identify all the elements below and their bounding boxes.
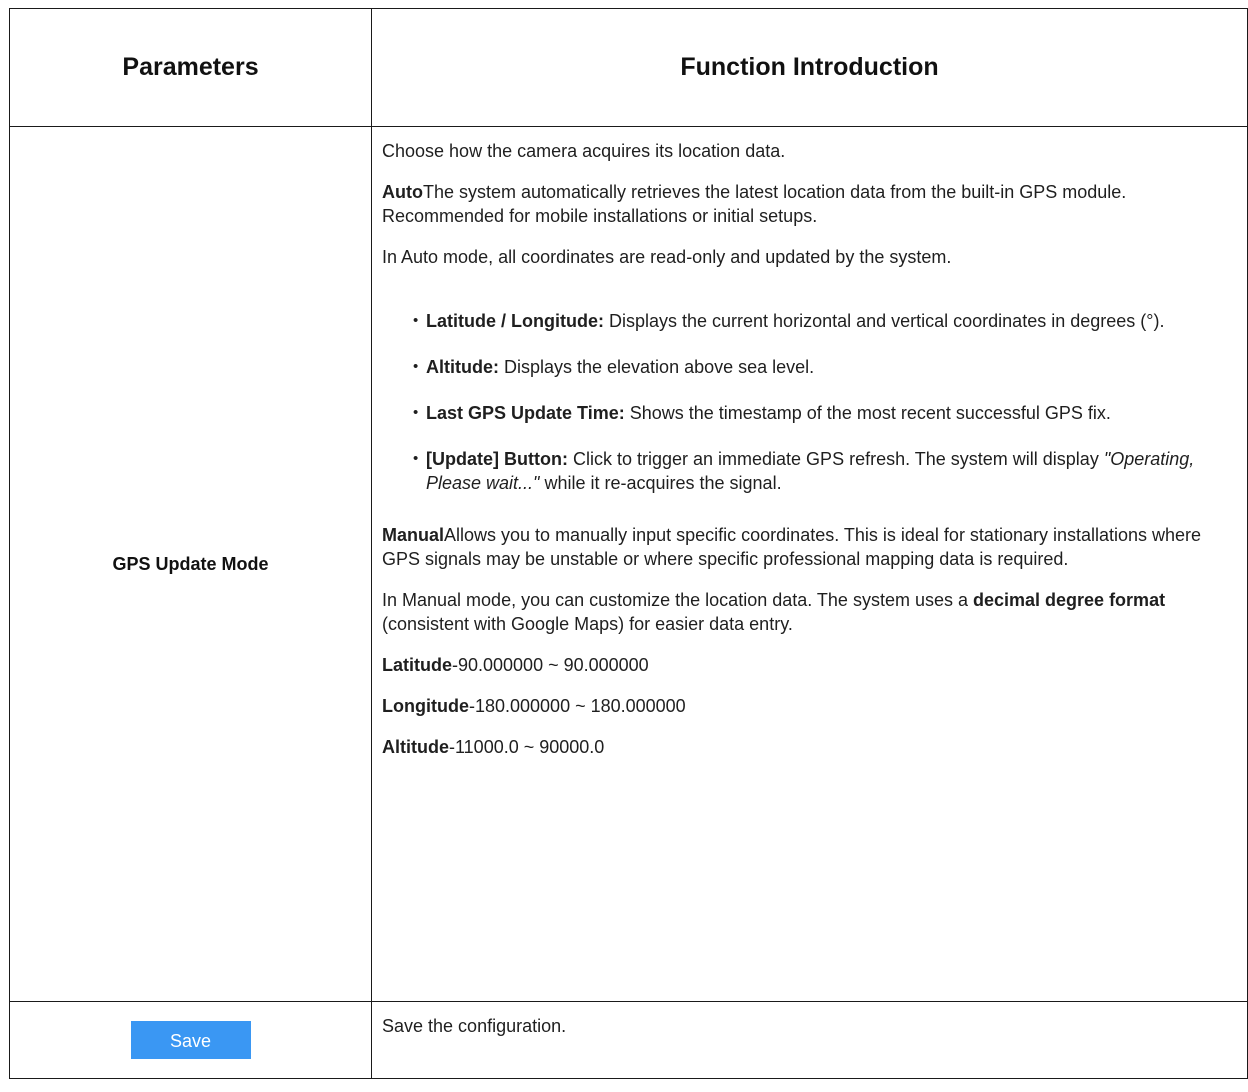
range-label: Latitude xyxy=(382,655,452,675)
manual-label: Manual xyxy=(382,525,445,545)
manual-note-post: (consistent with Google Maps) for easier… xyxy=(382,614,793,634)
bullet-text: Displays the elevation above sea level. xyxy=(498,357,815,377)
range-value: -180.000000 ~ 180.000000 xyxy=(468,696,686,716)
range-value: -90.000000 ~ 90.000000 xyxy=(452,655,649,675)
bullet-text: Displays the current horizontal and vert… xyxy=(603,311,1165,331)
manual-note-bold: decimal degree format xyxy=(973,590,1166,610)
range-label: Longitude xyxy=(382,696,469,716)
table-header-row: Parameters Function Introduction xyxy=(9,8,1248,127)
range-value: -11000.0 ~ 90000.0 xyxy=(449,737,605,757)
range-latitude: Latitude-90.000000 ~ 90.000000 xyxy=(382,653,1237,677)
auto-label: Auto xyxy=(382,182,423,202)
range-label: Altitude xyxy=(382,737,449,757)
parameters-table: Parameters Function Introduction GPS Upd… xyxy=(9,8,1248,1079)
bullet-text: Click to trigger an immediate GPS refres… xyxy=(567,449,1104,469)
list-item: [Update] Button: Click to trigger an imm… xyxy=(413,447,1237,495)
bullet-label: [Update] Button: xyxy=(426,449,568,469)
save-cell: Save xyxy=(9,1001,372,1079)
header-parameters: Parameters xyxy=(9,8,372,127)
table-row-save: Save Save the configuration. xyxy=(9,1001,1248,1079)
list-item: Latitude / Longitude: Displays the curre… xyxy=(413,309,1237,333)
manual-note-pre: In Manual mode, you can customize the lo… xyxy=(382,590,973,610)
list-item: Altitude: Displays the elevation above s… xyxy=(413,355,1237,379)
auto-note: In Auto mode, all coordinates are read-o… xyxy=(382,247,952,267)
auto-paragraph: AutoThe system automatically retrieves t… xyxy=(382,180,1237,228)
bullet-label: Last GPS Update Time: xyxy=(426,403,625,423)
bullet-label: Latitude / Longitude: xyxy=(426,311,604,331)
save-button[interactable]: Save xyxy=(130,1021,251,1059)
bullet-tail-text: while it re-acquires the signal. xyxy=(539,473,782,493)
bullet-text: Shows the timestamp of the most recent s… xyxy=(624,403,1111,423)
auto-bullet-list: Latitude / Longitude: Displays the curre… xyxy=(382,309,1237,495)
range-longitude: Longitude-180.000000 ~ 180.000000 xyxy=(382,694,1237,718)
table-row-gps-update-mode: GPS Update Mode Choose how the camera ac… xyxy=(9,126,1248,1002)
header-function-introduction: Function Introduction xyxy=(371,8,1248,127)
gps-description: Choose how the camera acquires its locat… xyxy=(371,126,1248,1002)
manual-paragraph: ManualAllows you to manually input speci… xyxy=(382,523,1237,571)
bullet-label: Altitude: xyxy=(426,357,499,377)
manual-text: Allows you to manually input specific co… xyxy=(382,525,1202,569)
save-description: Save the configuration. xyxy=(371,1001,1248,1079)
range-altitude: Altitude-11000.0 ~ 90000.0 xyxy=(382,735,1237,759)
param-name-gps-update-mode: GPS Update Mode xyxy=(9,126,372,1002)
auto-text: The system automatically retrieves the l… xyxy=(382,182,1127,226)
list-item: Last GPS Update Time: Shows the timestam… xyxy=(413,401,1237,425)
gps-intro: Choose how the camera acquires its locat… xyxy=(382,141,786,161)
manual-note: In Manual mode, you can customize the lo… xyxy=(382,588,1237,636)
